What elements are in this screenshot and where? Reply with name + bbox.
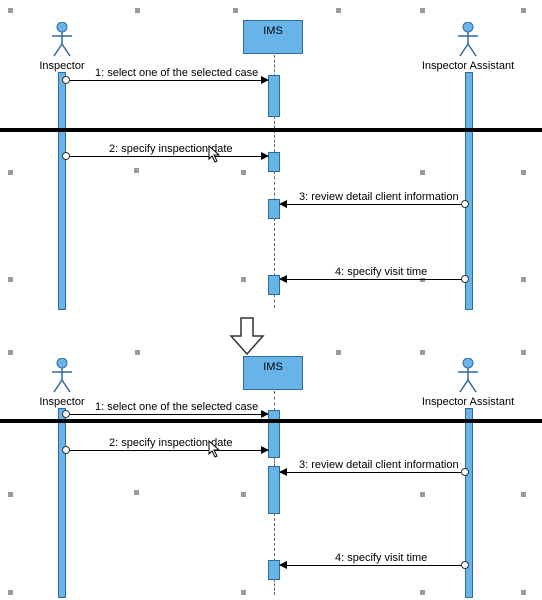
lifeline-dash xyxy=(274,218,275,276)
person-icon xyxy=(456,358,480,394)
grid-dot xyxy=(420,492,425,497)
message-label: 4: specify visit time xyxy=(334,266,428,278)
break-bar xyxy=(0,128,542,132)
person-icon xyxy=(50,22,74,58)
grid-dot xyxy=(135,350,140,355)
lifeline-dash xyxy=(274,55,275,77)
grid-dot xyxy=(420,8,425,13)
message-4[interactable]: 4: specify visit time xyxy=(280,279,465,280)
system-label: IMS xyxy=(263,361,283,373)
grid-dot xyxy=(8,350,13,355)
message-label: 1: select one of the selected case xyxy=(94,67,259,79)
activation-bar[interactable] xyxy=(268,75,280,117)
lifeline-dash xyxy=(274,171,275,201)
message-4[interactable]: 4: specify visit time xyxy=(280,565,465,566)
message-label: 3: review detail client information xyxy=(298,191,460,203)
actor-inspector[interactable]: Inspector xyxy=(38,358,86,408)
actor-inspector-assistant[interactable]: Inspector Assistant xyxy=(418,358,518,408)
message-label: 3: review detail client information xyxy=(298,459,460,471)
lifeline-inspector[interactable] xyxy=(58,72,66,310)
lifeline-dash xyxy=(274,294,275,308)
lifeline-inspector[interactable] xyxy=(58,408,66,598)
grid-dot xyxy=(336,8,341,13)
mouse-cursor-icon xyxy=(208,145,222,163)
lifeline-inspector-assistant[interactable] xyxy=(465,408,473,598)
grid-dot xyxy=(241,590,246,595)
message-2[interactable]: 2: specify inspection date xyxy=(66,450,268,451)
lifeline-dash xyxy=(274,579,275,595)
grid-dot xyxy=(8,590,13,595)
grid-dot xyxy=(521,492,526,497)
lifeline-dash xyxy=(274,391,275,411)
message-label: 1: select one of the selected case xyxy=(94,401,259,413)
person-icon xyxy=(456,22,480,58)
grid-dot xyxy=(521,277,526,282)
message-1[interactable]: 1: select one of the selected case xyxy=(66,414,268,415)
actor-inspector-assistant[interactable]: Inspector Assistant xyxy=(418,22,518,72)
grid-dot xyxy=(521,170,526,175)
grid-dot xyxy=(521,350,526,355)
transition-arrow-icon xyxy=(229,316,265,359)
message-label: 4: specify visit time xyxy=(334,552,428,564)
message-1[interactable]: 1: select one of the selected case xyxy=(66,80,268,81)
sequence-diagram-canvas: { "top": { "actors": { "left": "Inspecto… xyxy=(0,0,542,600)
lifeline-dash xyxy=(274,116,275,152)
grid-dot xyxy=(8,492,13,497)
grid-dot xyxy=(134,490,139,495)
grid-dot xyxy=(8,170,13,175)
actor-label: Inspector xyxy=(38,396,86,408)
activation-bar[interactable] xyxy=(268,410,280,458)
grid-dot xyxy=(521,8,526,13)
grid-dot xyxy=(521,590,526,595)
activation-bar[interactable] xyxy=(268,152,280,172)
grid-dot xyxy=(420,170,425,175)
message-3[interactable]: 3: review detail client information xyxy=(280,204,465,205)
actor-inspector[interactable]: Inspector xyxy=(38,22,86,72)
actor-label: Inspector xyxy=(38,60,86,72)
grid-dot xyxy=(134,168,139,173)
message-3[interactable]: 3: review detail client information xyxy=(280,472,465,473)
lifeline-dash xyxy=(274,513,275,561)
system-ims[interactable]: IMS xyxy=(243,356,303,390)
mouse-cursor-icon xyxy=(208,440,222,458)
grid-dot xyxy=(241,277,246,282)
actor-label: Inspector Assistant xyxy=(418,396,518,408)
grid-dot xyxy=(8,8,13,13)
grid-dot xyxy=(420,350,425,355)
actor-label: Inspector Assistant xyxy=(418,60,518,72)
grid-dot xyxy=(241,492,246,497)
system-label: IMS xyxy=(263,25,283,37)
grid-dot xyxy=(420,590,425,595)
grid-dot xyxy=(135,8,140,13)
person-icon xyxy=(50,358,74,394)
grid-dot xyxy=(336,350,341,355)
system-ims[interactable]: IMS xyxy=(243,20,303,54)
break-bar xyxy=(0,419,542,423)
grid-dot xyxy=(233,8,238,13)
message-2[interactable]: 2: specify inspection date xyxy=(66,156,268,157)
grid-dot xyxy=(8,277,13,282)
grid-dot xyxy=(241,170,246,175)
